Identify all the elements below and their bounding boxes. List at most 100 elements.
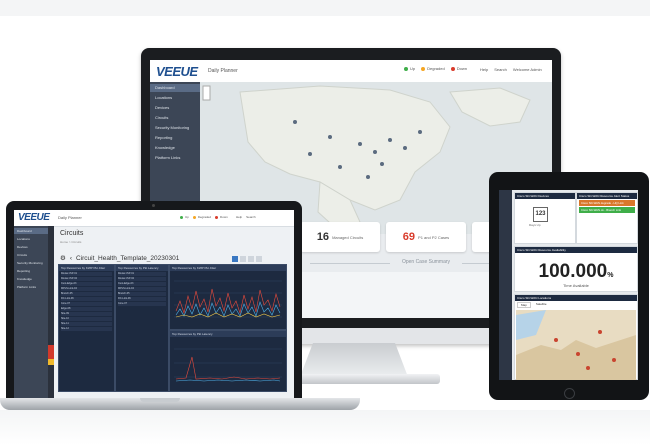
sidebar-item-locations[interactable]: Locations (155, 94, 200, 102)
laptop-header: VEEUE Daily Planner Up Degraded Down Hel… (14, 210, 294, 227)
tablet-availability-widget[interactable]: Cisco SD-WAN Resource Availability 100.0… (514, 246, 638, 292)
floor-reflection (0, 410, 650, 445)
location-status: Up Degraded Down (180, 215, 228, 219)
gear-icon[interactable]: ⚙ (60, 254, 66, 262)
sidebar-item-security[interactable]: Security Monitoring (155, 124, 200, 132)
list-item[interactable]: Cust-Edge-03 (61, 282, 112, 286)
alert-indicator-red (48, 345, 54, 359)
list-item[interactable]: Router-ISP-02 (118, 277, 166, 281)
sidebar-item-dashboard[interactable]: Dashboard (150, 84, 200, 92)
widget-title: Cisco SD-WAN Devices (515, 193, 575, 199)
app-name: Daily Planner (208, 68, 238, 74)
page-top-band (0, 0, 650, 16)
sidebar-item-circuits[interactable]: Circuits (17, 252, 48, 258)
monitor-stand (300, 343, 408, 377)
tab-satellite[interactable]: Satellite (533, 302, 550, 308)
laptop-notch (140, 398, 180, 402)
user-links: Help Search (236, 215, 256, 219)
breadcrumb: Home > Circuits (60, 240, 82, 244)
help-link[interactable]: Help (236, 215, 242, 219)
view-toolbar (232, 256, 262, 262)
sidebar-item-reporting[interactable]: Reporting (155, 134, 200, 142)
status-degraded-label: Degraded (427, 66, 445, 71)
list-item[interactable]: Cust-Edge-03 (118, 282, 166, 286)
list-item[interactable]: Router-ISP-01 (118, 272, 166, 276)
list-item[interactable]: Core-07 (118, 302, 166, 306)
list-item[interactable]: Branch-05 (61, 292, 112, 296)
location-status: Up Degraded Down (404, 66, 467, 71)
status-degraded[interactable]: Degraded (421, 66, 445, 71)
availability-value: 100.000% (515, 261, 637, 283)
sidebar-item-reporting[interactable]: Reporting (17, 268, 48, 274)
card-value: 69 (402, 231, 416, 243)
tablet-screen: Cisco SD-WAN Devices 123 Days Up Cisco S… (499, 190, 638, 380)
panel-title: Top Resources by KWP Pkt Jitter (59, 265, 114, 271)
cases-card[interactable]: 69 P1 and P2 Cases (386, 222, 466, 252)
managed-circuits-card[interactable]: 16 Managed Circuits (300, 222, 380, 252)
card-label: P1 and P2 Cases (418, 234, 450, 240)
list-item[interactable]: Site-12 (61, 327, 112, 331)
tab-map[interactable]: Map (517, 302, 531, 308)
tablet-home-button[interactable] (564, 388, 575, 399)
view-button[interactable] (232, 256, 238, 262)
status-down[interactable]: Down (215, 215, 228, 219)
laptop-base (0, 398, 360, 410)
list-item[interactable]: Site-10 (61, 317, 112, 321)
list-item[interactable]: Site-11 (61, 322, 112, 326)
list-item[interactable]: Edge-08 (61, 307, 112, 311)
sidebar-item-platform-links[interactable]: Platform Links (155, 154, 200, 162)
chevron-left-icon[interactable]: ‹ (70, 255, 72, 262)
brand-logo[interactable]: VEEUE (18, 212, 50, 223)
jitter-chart-graphic (174, 280, 282, 318)
view-button[interactable] (240, 256, 246, 262)
tablet-alert-widget[interactable]: Cisco SD-WAN Resource Alert Status Cisco… (576, 192, 638, 244)
status-down-label: Down (220, 215, 228, 219)
sidebar-item-circuits[interactable]: Circuits (155, 114, 200, 122)
card-label: Managed Circuits (332, 234, 364, 240)
tablet-map[interactable] (516, 310, 636, 380)
sidebar-item-security[interactable]: Security Monitoring (17, 260, 48, 266)
view-button[interactable] (248, 256, 254, 262)
search-link[interactable]: Search (246, 215, 256, 219)
view-button[interactable] (256, 256, 262, 262)
status-degraded[interactable]: Degraded (192, 215, 211, 219)
list-item[interactable]: MPLS-Link-04 (118, 287, 166, 291)
alert-item[interactable]: Cisco SD-WAN degrade - HQ Link (579, 200, 635, 206)
list-item[interactable]: Branch-05 (118, 292, 166, 296)
sidebar-item-dashboard[interactable]: Dashboard (14, 228, 48, 234)
sidebar-item-locations[interactable]: Locations (17, 236, 48, 242)
list-item[interactable]: Router-ISP-02 (61, 277, 112, 281)
alert-item[interactable]: Cisco SD-WAN ok - Branch Link (579, 207, 635, 213)
sidebar-item-knowledge[interactable]: Knowledge (155, 144, 200, 152)
jitter-chart-panel[interactable]: Top Resources by KWP Pkt Jitter (169, 264, 287, 330)
status-up[interactable]: Up (404, 66, 415, 71)
latency-chart-graphic (174, 348, 282, 382)
sidebar-item-knowledge[interactable]: Knowledge (17, 276, 48, 282)
status-up-label: Up (185, 215, 189, 219)
list-item[interactable]: Site-09 (61, 312, 112, 316)
welcome-user[interactable]: Welcome Admin (513, 67, 542, 72)
list-item[interactable]: DC-Link-06 (61, 297, 112, 301)
availability-label: Time Available (563, 283, 589, 288)
status-down[interactable]: Down (450, 66, 467, 71)
tablet-locations-widget[interactable]: Cisco SD-WAN Locations Map Satellite (514, 294, 638, 380)
template-selector[interactable]: ⚙ ‹ Circuit_Health_Template_20230301 (60, 254, 179, 263)
list-item[interactable]: DC-Link-06 (118, 297, 166, 301)
availability-unit: % (607, 272, 614, 279)
help-link[interactable]: Help (480, 67, 488, 72)
sidebar-item-devices[interactable]: Devices (155, 104, 200, 112)
brand-logo[interactable]: VEEUE (156, 64, 198, 79)
latency-chart-panel[interactable]: Top Resources by Pkt Latency (169, 330, 287, 392)
widget-title: Cisco SD-WAN Resource Alert Status (577, 193, 637, 199)
status-degraded-icon (192, 215, 196, 219)
calendar-icon: 123 (533, 207, 548, 222)
status-degraded-icon (421, 66, 426, 71)
list-item[interactable]: Router-ISP-01 (61, 272, 112, 276)
status-up[interactable]: Up (180, 215, 189, 219)
search-link[interactable]: Search (494, 67, 507, 72)
sidebar-item-devices[interactable]: Devices (17, 244, 48, 250)
list-item[interactable]: MPLS-Link-04 (61, 287, 112, 291)
list-item[interactable]: Core-07 (61, 302, 112, 306)
tablet-devices-widget[interactable]: Cisco SD-WAN Devices 123 Days Up (514, 192, 576, 244)
sidebar-item-platform-links[interactable]: Platform Links (17, 284, 48, 290)
